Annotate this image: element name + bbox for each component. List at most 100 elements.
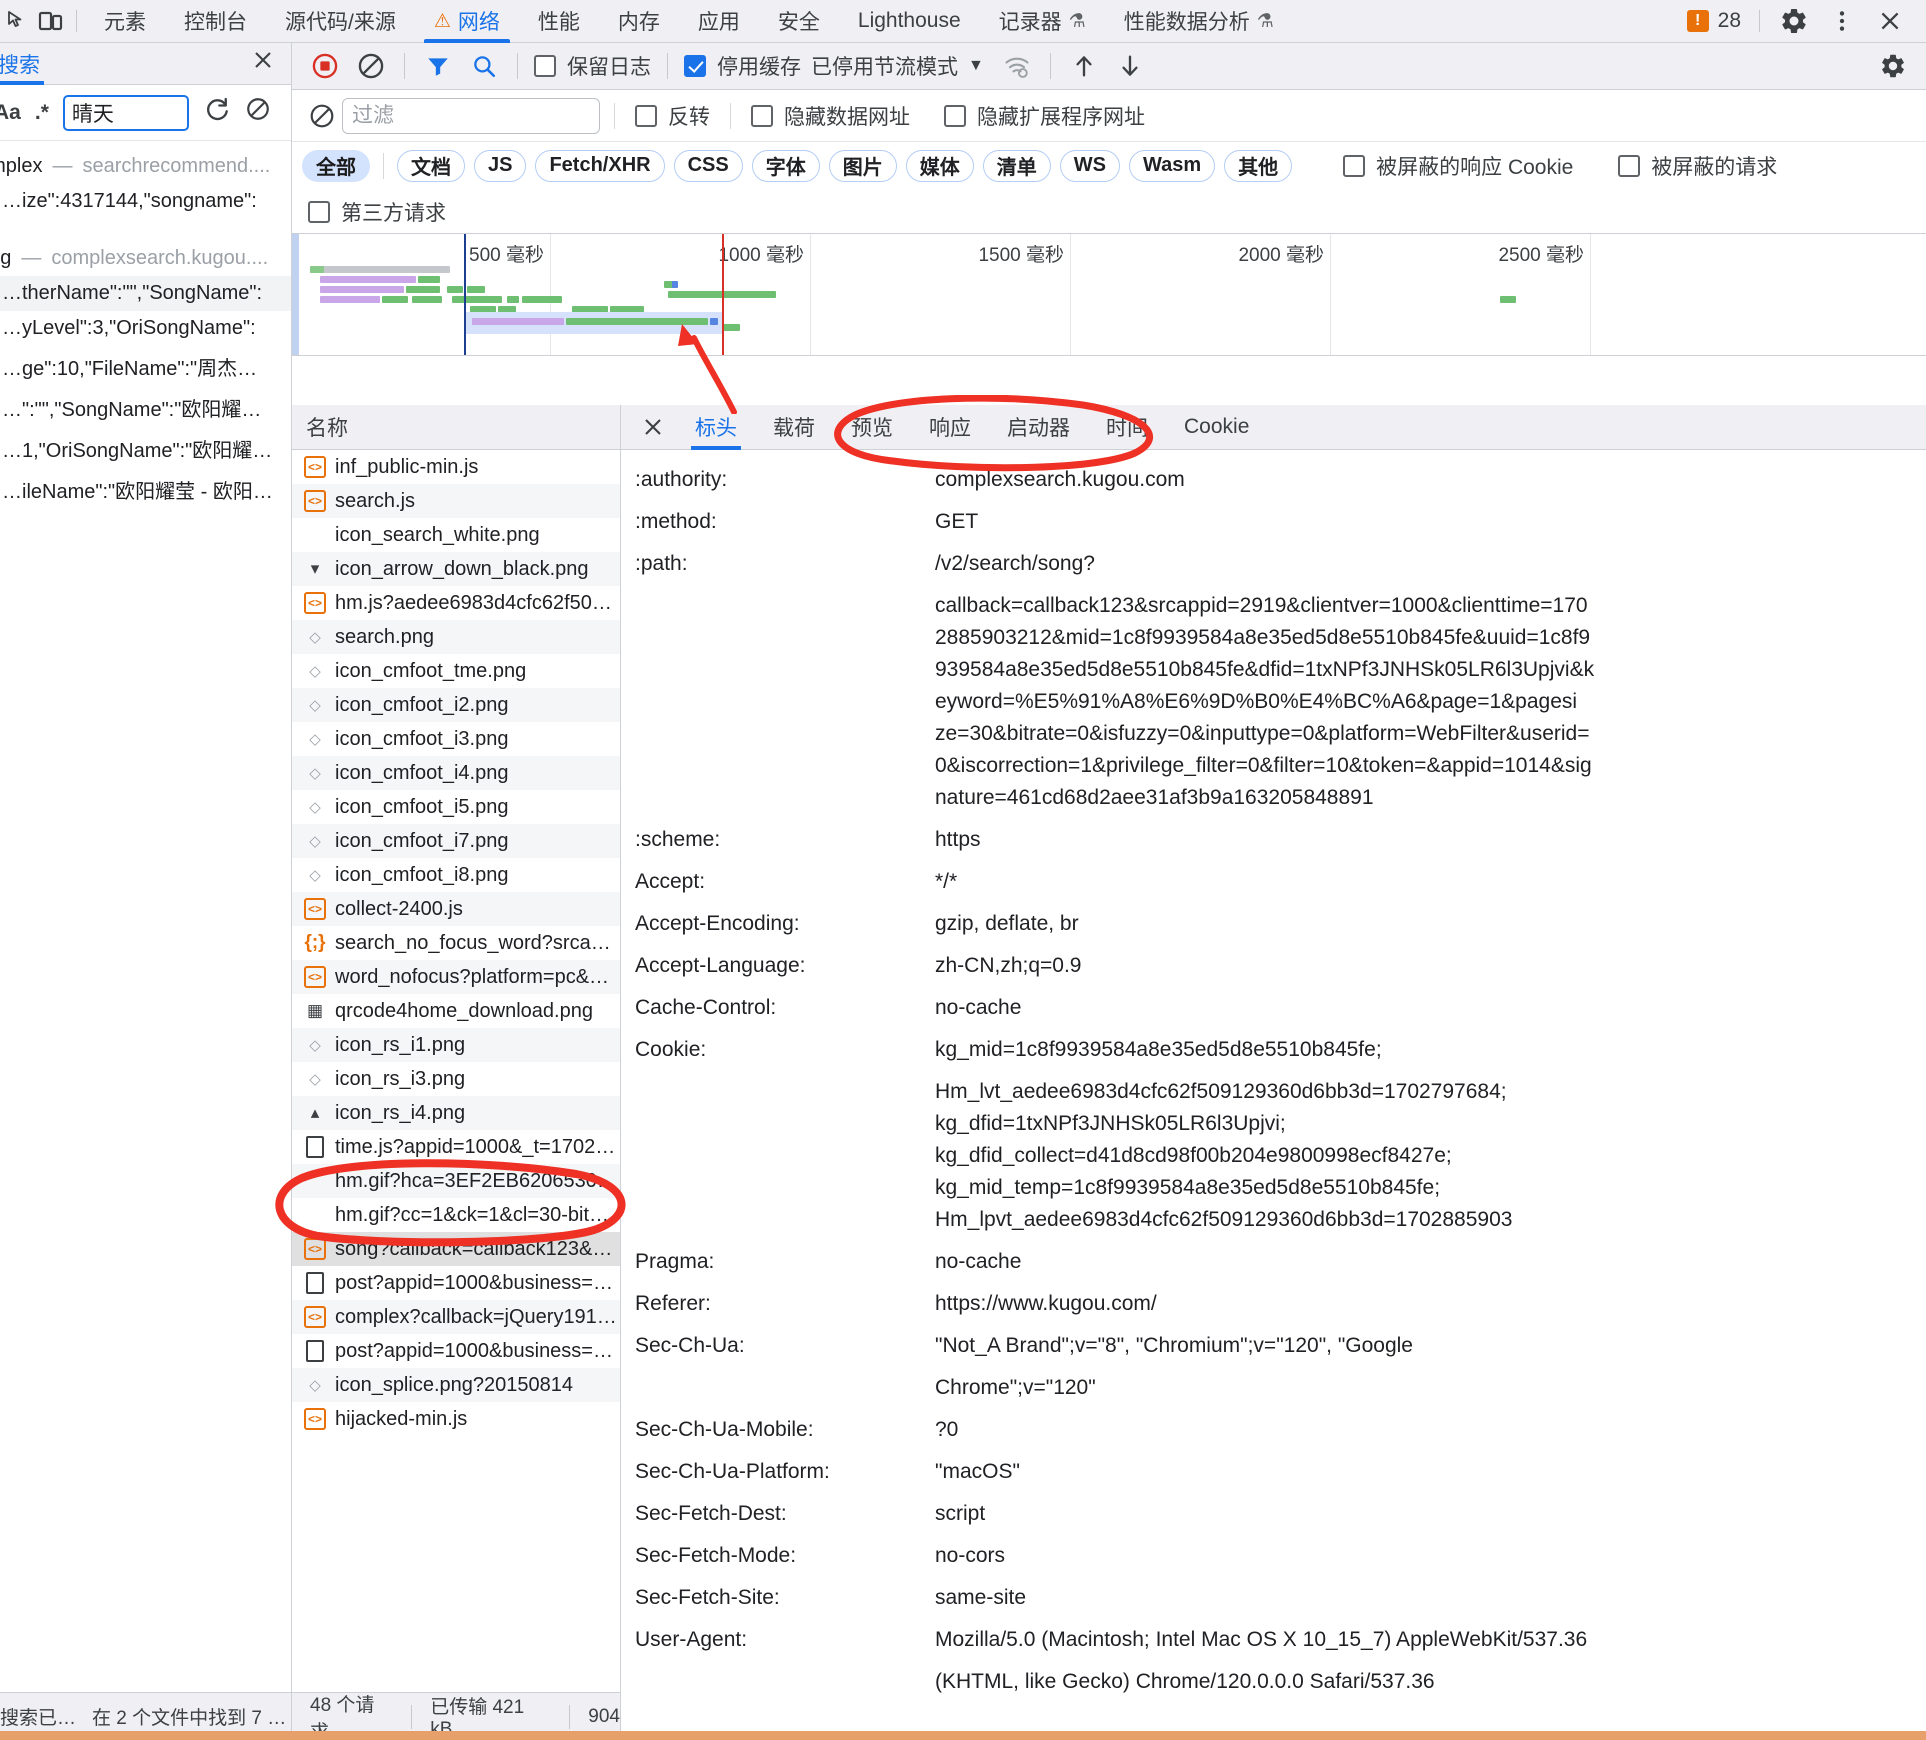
header-value[interactable]: */* [935, 866, 1926, 898]
request-row[interactable]: ▦ qrcode4home_download.png [292, 994, 620, 1028]
close-icon[interactable] [629, 415, 677, 439]
header-value[interactable]: same-site [935, 1582, 1926, 1614]
network-overview[interactable]: 500 毫秒 1000 毫秒 1500 毫秒 2000 毫秒 2500 毫秒 [292, 234, 1926, 356]
search-match-row[interactable]: …ge":10,"FileName":"周杰… [0, 346, 291, 387]
chip-font[interactable]: 字体 [751, 149, 820, 182]
close-icon[interactable] [1868, 2, 1912, 40]
regex-button[interactable]: .* [35, 101, 49, 125]
tab-payload[interactable]: 载荷 [755, 405, 833, 450]
request-row[interactable]: <> hijacked-min.js [292, 1402, 620, 1436]
header-value[interactable]: no-cache [935, 992, 1926, 1024]
disable-cache-checkbox[interactable]: 停用缓存 [678, 51, 807, 81]
record-stop-icon[interactable] [302, 43, 348, 89]
header-value[interactable]: no-cors [935, 1540, 1926, 1572]
request-row[interactable]: <> song?callback=callback123&… [292, 1232, 620, 1266]
network-conditions-icon[interactable] [994, 43, 1040, 89]
tab-performance[interactable]: 性能 [519, 0, 599, 43]
chip-img[interactable]: 图片 [828, 149, 897, 182]
request-row[interactable]: ◇ search.png [292, 620, 620, 654]
tab-security[interactable]: 安全 [759, 0, 839, 43]
request-row[interactable]: <> hm.js?aedee6983d4cfc62f50… [292, 586, 620, 620]
header-value[interactable]: https [935, 824, 1926, 856]
third-party-checkbox[interactable]: 第三方请求 [302, 197, 452, 227]
search-input[interactable] [62, 94, 189, 131]
request-row[interactable]: time.js?appid=1000&_t=1702… [292, 1130, 620, 1164]
request-list-header[interactable]: 名称 [292, 405, 620, 450]
tab-elements[interactable]: 元素 [85, 0, 165, 43]
request-row[interactable]: <> search.js [292, 484, 620, 518]
invert-checkbox[interactable]: 反转 [629, 101, 716, 131]
filter-funnel-icon[interactable] [415, 43, 461, 89]
tab-performance-insights[interactable]: 性能数据分析 ⚗ [1105, 0, 1293, 43]
tab-initiator[interactable]: 启动器 [989, 405, 1088, 450]
header-value[interactable]: script [935, 1498, 1926, 1530]
request-row[interactable]: ◇ icon_cmfoot_i8.png [292, 858, 620, 892]
request-row[interactable]: hm.gif?hca=3EF2EB6206530… [292, 1164, 620, 1198]
request-row[interactable]: <> word_nofocus?platform=pc&… [292, 960, 620, 994]
chip-js[interactable]: JS [474, 149, 527, 182]
hide-data-urls-checkbox[interactable]: 隐藏数据网址 [745, 101, 916, 131]
request-row[interactable]: ◇ icon_rs_i3.png [292, 1062, 620, 1096]
tab-timing[interactable]: 时间 [1088, 405, 1166, 450]
chip-media[interactable]: 媒体 [905, 149, 974, 182]
header-value[interactable]: kg_mid=1c8f9939584a8e35ed5d8e5510b845fe;… [935, 1034, 1926, 1236]
search-result-group[interactable]: complex — searchrecommend.... [0, 149, 291, 184]
tab-lighthouse[interactable]: Lighthouse [839, 0, 980, 43]
header-value[interactable]: gzip, deflate, br [935, 908, 1926, 940]
request-row[interactable]: {;} search_no_focus_word?srca… [292, 926, 620, 960]
tab-response[interactable]: 响应 [911, 405, 989, 450]
kebab-menu-icon[interactable] [1820, 2, 1864, 40]
headers-content[interactable]: :authority: complexsearch.kugou.com:metho… [621, 450, 1926, 1740]
tab-console[interactable]: 控制台 [165, 0, 266, 43]
request-row[interactable]: ◇ icon_cmfoot_i5.png [292, 790, 620, 824]
search-match-row[interactable]: …1,"OriSongName":"欧阳耀… [0, 428, 291, 469]
search-match-row[interactable]: …":"","SongName":"欧阳耀… [0, 387, 291, 428]
header-value[interactable]: "macOS" [935, 1456, 1926, 1488]
chip-manifest[interactable]: 清单 [982, 149, 1051, 182]
preserve-log-checkbox[interactable]: 保留日志 [528, 51, 657, 81]
match-case-button[interactable]: Aa [0, 101, 21, 125]
overview-left-handle[interactable] [292, 234, 299, 355]
tab-search[interactable]: 搜索 [0, 43, 50, 85]
tab-sources[interactable]: 源代码/来源 [266, 0, 415, 43]
search-match-row[interactable]: …ize":4317144,"songname": [0, 184, 291, 219]
header-value[interactable]: https://www.kugou.com/ [935, 1288, 1926, 1320]
device-toolbar-icon[interactable] [34, 9, 68, 33]
tab-preview[interactable]: 预览 [833, 405, 911, 450]
request-row[interactable]: ◇ icon_cmfoot_i4.png [292, 756, 620, 790]
tab-recorder[interactable]: 记录器 ⚗ [980, 0, 1105, 43]
clear-filter-icon[interactable] [302, 93, 342, 139]
request-row[interactable]: ◇ icon_rs_i1.png [292, 1028, 620, 1062]
header-value[interactable]: Mozilla/5.0 (Macintosh; Intel Mac OS X 1… [935, 1624, 1926, 1698]
error-count-badge[interactable]: ! 28 [1681, 9, 1747, 33]
request-row[interactable]: post?appid=1000&business=… [292, 1334, 620, 1368]
search-match-row[interactable]: …yLevel":3,"OriSongName": [0, 311, 291, 346]
request-row[interactable]: post?appid=1000&business=… [292, 1266, 620, 1300]
chip-other[interactable]: 其他 [1224, 149, 1293, 182]
header-value[interactable]: GET [935, 506, 1926, 538]
request-row[interactable]: ▴ icon_rs_i4.png [292, 1096, 620, 1130]
clear-network-icon[interactable] [348, 43, 394, 89]
chip-all[interactable]: 全部 [302, 149, 370, 182]
gear-icon[interactable] [1870, 43, 1916, 89]
request-row[interactable]: <> complex?callback=jQuery191… [292, 1300, 620, 1334]
chip-css[interactable]: CSS [673, 149, 743, 182]
search-match-row[interactable]: …ileName":"欧阳耀莹 - 欧阳… [0, 469, 291, 510]
header-value[interactable]: zh-CN,zh;q=0.9 [935, 950, 1926, 982]
chip-doc[interactable]: 文档 [397, 149, 465, 182]
request-row[interactable]: ◇ icon_cmfoot_i7.png [292, 824, 620, 858]
chip-ws[interactable]: WS [1059, 149, 1120, 182]
hide-extension-urls-checkbox[interactable]: 隐藏扩展程序网址 [938, 101, 1151, 131]
export-har-icon[interactable] [1107, 43, 1153, 89]
blocked-requests-checkbox[interactable]: 被屏蔽的请求 [1612, 151, 1783, 181]
chip-wasm[interactable]: Wasm [1128, 149, 1216, 182]
header-value[interactable]: no-cache [935, 1246, 1926, 1278]
chip-fetch-xhr[interactable]: Fetch/XHR [535, 149, 665, 182]
request-row[interactable]: ◇ icon_cmfoot_tme.png [292, 654, 620, 688]
throttling-select[interactable]: 已停用节流模式 [807, 51, 958, 81]
tab-memory[interactable]: 内存 [599, 0, 679, 43]
search-match-row[interactable]: …therName":"","SongName": [0, 276, 291, 311]
inspect-cursor-icon[interactable] [0, 9, 34, 33]
request-rows[interactable]: <> inf_public-min.js <> search.js icon_searc… [292, 450, 620, 1692]
search-result-group[interactable]: song — complexsearch.kugou.... [0, 241, 291, 276]
